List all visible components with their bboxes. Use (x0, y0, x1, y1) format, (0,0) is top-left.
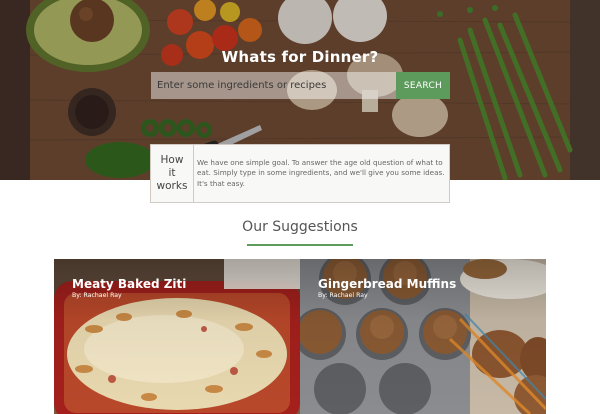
search-button[interactable]: SEARCH (396, 72, 450, 99)
recipe-author: By: Rachael Ray (72, 292, 122, 299)
how-it-works-label-line: works (156, 180, 188, 192)
recipe-card-gingerbread-muffins[interactable]: Gingerbread Muffins By: Rachael Ray (300, 259, 546, 414)
how-it-works-box: How it works We have one simple goal. To… (150, 144, 450, 203)
suggestion-cards: Meaty Baked Ziti By: Rachael Ray Gingerb… (54, 259, 546, 414)
search-input[interactable] (151, 72, 396, 99)
how-it-works-label: How it works (151, 145, 194, 202)
suggestions-heading-underline (247, 244, 353, 246)
search-bar: SEARCH (151, 72, 450, 99)
recipe-card-meaty-baked-ziti[interactable]: Meaty Baked Ziti By: Rachael Ray (54, 259, 300, 414)
recipe-title: Gingerbread Muffins (318, 277, 457, 291)
recipe-title: Meaty Baked Ziti (72, 277, 187, 291)
suggestions-heading: Our Suggestions (242, 219, 358, 235)
recipe-author: By: Rachael Ray (318, 292, 368, 299)
how-it-works-label-line: it (168, 167, 176, 179)
how-it-works-label-line: How (160, 154, 184, 166)
how-it-works-description: We have one simple goal. To answer the a… (197, 158, 445, 188)
hero-title: Whats for Dinner? (221, 48, 379, 66)
